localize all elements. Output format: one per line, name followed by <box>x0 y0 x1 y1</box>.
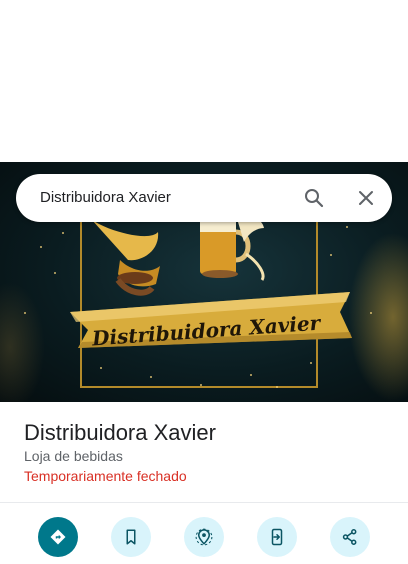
share-button[interactable] <box>330 517 370 557</box>
bookmark-icon <box>126 529 136 545</box>
place-status: Temporariamente fechado <box>24 468 187 484</box>
sparkle <box>276 386 278 388</box>
sparkle <box>200 384 202 386</box>
sparkle <box>100 367 102 369</box>
sparkle <box>346 226 348 228</box>
nearby-icon <box>195 528 213 546</box>
place-title: Distribuidora Xavier <box>24 420 216 445</box>
sparkle <box>370 312 372 314</box>
save-button[interactable] <box>111 517 151 557</box>
search-input[interactable]: Distribuidora Xavier <box>40 174 171 222</box>
divider <box>0 502 408 503</box>
search-icon[interactable] <box>302 186 326 210</box>
sparkle <box>54 272 56 274</box>
sparkle <box>250 374 252 376</box>
sparkle <box>62 232 64 234</box>
directions-icon <box>50 529 66 545</box>
directions-button[interactable] <box>38 517 78 557</box>
sparkle <box>24 312 26 314</box>
sparkle <box>330 254 332 256</box>
nearby-button[interactable] <box>184 517 224 557</box>
share-icon <box>342 529 357 545</box>
sparkle <box>150 376 152 378</box>
send-to-phone-button[interactable] <box>257 517 297 557</box>
sparkle <box>40 246 42 248</box>
sparkle <box>310 362 312 364</box>
close-icon[interactable] <box>354 186 378 210</box>
place-category: Loja de bebidas <box>24 448 123 464</box>
search-bar[interactable]: Distribuidora Xavier <box>16 174 392 222</box>
send-to-phone-icon <box>271 528 283 546</box>
